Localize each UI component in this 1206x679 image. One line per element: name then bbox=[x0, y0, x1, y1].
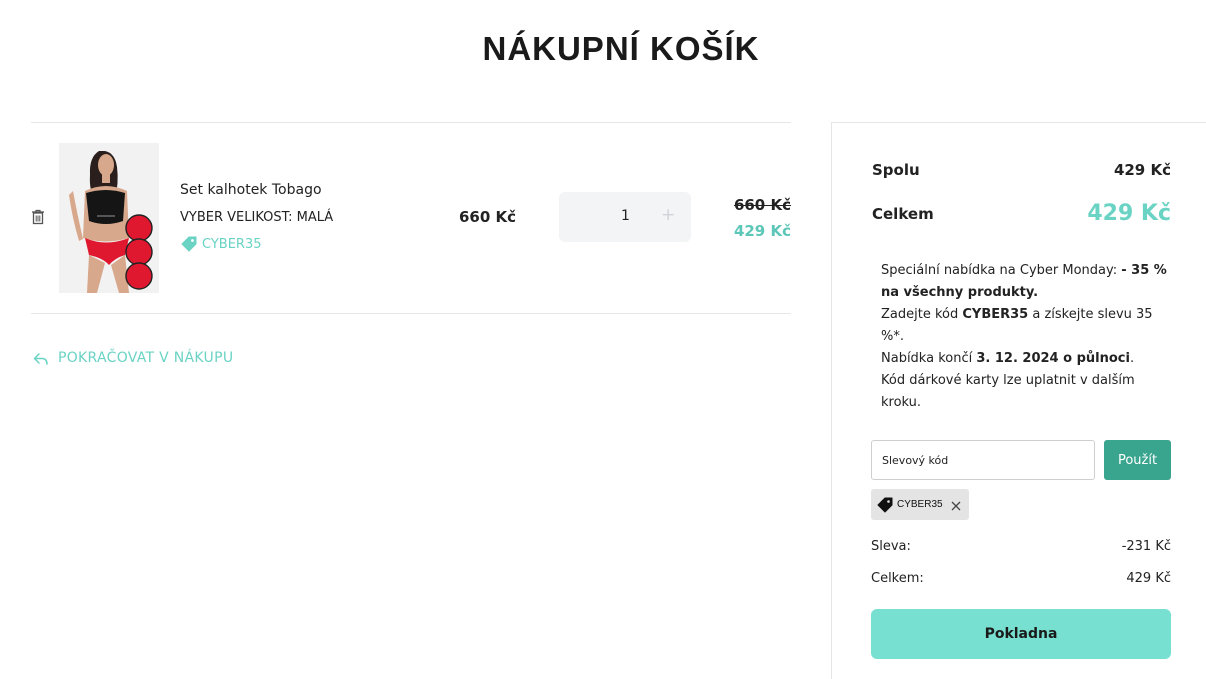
total-row: Celkem 429 Kč bbox=[872, 201, 1171, 226]
trash-icon[interactable] bbox=[31, 209, 45, 225]
product-coupon-tag: CYBER35 bbox=[180, 235, 262, 253]
promo-code: CYBER35 bbox=[962, 307, 1029, 322]
promo-line-1: Speciální nabídka na Cyber Monday: bbox=[881, 263, 1122, 278]
close-icon[interactable] bbox=[949, 498, 963, 512]
divider bbox=[31, 313, 791, 314]
discount-row: Sleva: -231 Kč bbox=[871, 539, 1171, 554]
apply-coupon-button[interactable]: Použít bbox=[1104, 440, 1171, 480]
checkout-button[interactable]: Pokladna bbox=[871, 609, 1171, 659]
promo-line-3: Nabídka končí bbox=[881, 351, 977, 366]
unit-price: 660 Kč bbox=[459, 208, 517, 226]
final-total-label: Celkem: bbox=[871, 571, 924, 586]
total-label: Celkem bbox=[872, 204, 934, 223]
discount-value: -231 Kč bbox=[1121, 539, 1171, 554]
continue-shopping-label: POKRAČOVAT V NÁKUPU bbox=[58, 350, 234, 366]
order-summary: Spolu 429 Kč Celkem 429 Kč Speciální nab… bbox=[831, 122, 1206, 679]
tag-icon bbox=[180, 235, 198, 253]
original-price: 660 Kč bbox=[733, 196, 791, 214]
coupon-code-input[interactable] bbox=[871, 440, 1095, 480]
discount-label: Sleva: bbox=[871, 539, 911, 554]
promo-line-3-end: . bbox=[1129, 351, 1135, 366]
promo-deadline: 3. 12. 2024 o půlnoci bbox=[976, 351, 1130, 366]
discounted-price: 429 Kč bbox=[733, 222, 791, 240]
quantity-stepper[interactable]: 1 + bbox=[559, 192, 691, 242]
page-title: NÁKUPNÍ KOŠÍK bbox=[482, 30, 760, 67]
quantity-value[interactable]: 1 bbox=[621, 208, 630, 224]
final-total-row: Celkem: 429 Kč bbox=[871, 571, 1171, 586]
final-total-value: 429 Kč bbox=[1126, 571, 1171, 586]
applied-coupon-chip: CYBER35 bbox=[871, 489, 969, 520]
reply-arrow-icon bbox=[33, 351, 49, 365]
coupon-tag-icon bbox=[877, 497, 893, 513]
tag-label: CYBER35 bbox=[202, 236, 262, 252]
divider bbox=[31, 122, 791, 123]
continue-shopping-link[interactable]: POKRAČOVAT V NÁKUPU bbox=[33, 350, 233, 366]
total-value: 429 Kč bbox=[1087, 201, 1171, 226]
promo-text: Speciální nabídka na Cyber Monday: - 35 … bbox=[881, 260, 1176, 370]
subtotal-row: Spolu 429 Kč bbox=[872, 161, 1171, 179]
gift-card-note: Kód dárkové karty lze uplatnit v dalším … bbox=[881, 373, 1135, 410]
subtotal-label: Spolu bbox=[872, 161, 920, 179]
product-name[interactable]: Set kalhotek Tobago bbox=[180, 182, 322, 198]
quantity-increase-button[interactable]: + bbox=[661, 205, 675, 225]
promo-line-2: Zadejte kód bbox=[881, 307, 963, 322]
product-image[interactable] bbox=[59, 143, 159, 293]
subtotal-value: 429 Kč bbox=[1113, 161, 1171, 179]
product-variant: VYBER VELIKOST: MALÁ bbox=[180, 210, 334, 225]
applied-coupon-label: CYBER35 bbox=[897, 499, 943, 510]
